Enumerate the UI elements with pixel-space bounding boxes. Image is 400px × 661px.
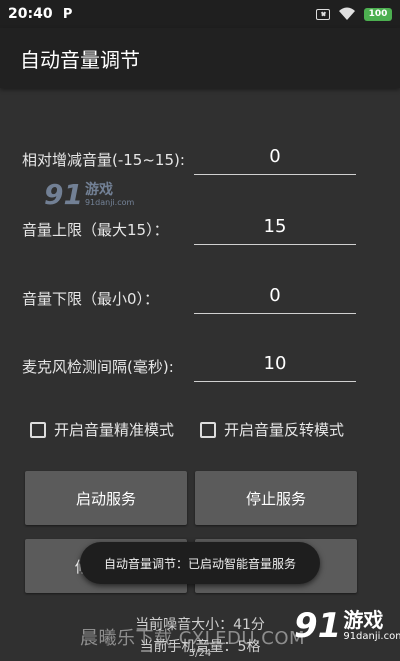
watermark-logo-top: 91 游戏 91danji.com bbox=[44, 178, 134, 211]
field-label: 相对增减音量(-15~15): bbox=[22, 151, 185, 169]
max-volume-input[interactable]: 15 bbox=[194, 210, 356, 245]
checkbox-label: 开启音量反转模式 bbox=[224, 421, 345, 439]
field-label: 音量上限（最大15）： bbox=[22, 221, 169, 239]
field-row-relative-volume: 相对增减音量(-15~15): 0 bbox=[0, 140, 400, 180]
corner-logo-domain: 91danji.com bbox=[343, 631, 400, 642]
toast-message: 自动音量调节：已启动智能音量服务 bbox=[80, 542, 320, 584]
field-row-min-volume: 音量下限（最小0）： 0 bbox=[0, 279, 400, 319]
min-volume-input[interactable]: 0 bbox=[194, 279, 356, 314]
status-icons: 100 bbox=[316, 7, 392, 21]
p-icon: P bbox=[62, 6, 73, 22]
watermark-91: 91 bbox=[44, 178, 83, 211]
page-title: 自动音量调节 bbox=[20, 47, 140, 72]
status-time: 20:40 bbox=[8, 6, 53, 22]
relative-volume-input[interactable]: 0 bbox=[194, 140, 356, 175]
field-row-max-volume: 音量上限（最大15）： 15 bbox=[0, 210, 400, 250]
status-bar: 20:40 P 100 bbox=[0, 0, 400, 28]
checkbox-box[interactable] bbox=[30, 421, 46, 438]
mic-interval-input[interactable]: 10 bbox=[194, 347, 356, 382]
checkbox-label: 开启音量精准模式 bbox=[54, 421, 175, 439]
precise-mode-checkbox[interactable]: 开启音量精准模式 bbox=[30, 419, 174, 440]
battery-icon: 100 bbox=[364, 7, 392, 21]
field-row-mic-interval: 麦克风检测间隔(毫秒): 10 bbox=[0, 347, 400, 387]
field-label: 麦克风检测间隔(毫秒): bbox=[22, 358, 174, 376]
watermark-domain: 91danji.com bbox=[84, 197, 135, 207]
watermark-text: 游戏 bbox=[84, 181, 113, 198]
reverse-mode-checkbox[interactable]: 开启音量反转模式 bbox=[200, 419, 344, 440]
stop-service-button[interactable]: 停止服务 bbox=[195, 471, 357, 525]
corner-logo: 91 游戏 91danji.com bbox=[294, 606, 400, 646]
notification-x-icon bbox=[316, 8, 330, 20]
app-bar: 自动音量调节 bbox=[0, 28, 400, 88]
bottom-watermark: 晨曦乐下载 CXLEDU.COM bbox=[80, 628, 306, 649]
wifi-icon bbox=[338, 7, 356, 21]
field-label: 音量下限（最小0）： bbox=[22, 290, 160, 308]
corner-logo-text: 游戏 bbox=[343, 608, 384, 632]
start-service-button[interactable]: 启动服务 bbox=[25, 471, 187, 525]
checkbox-box[interactable] bbox=[200, 421, 216, 438]
corner-logo-91: 91 bbox=[294, 606, 342, 646]
